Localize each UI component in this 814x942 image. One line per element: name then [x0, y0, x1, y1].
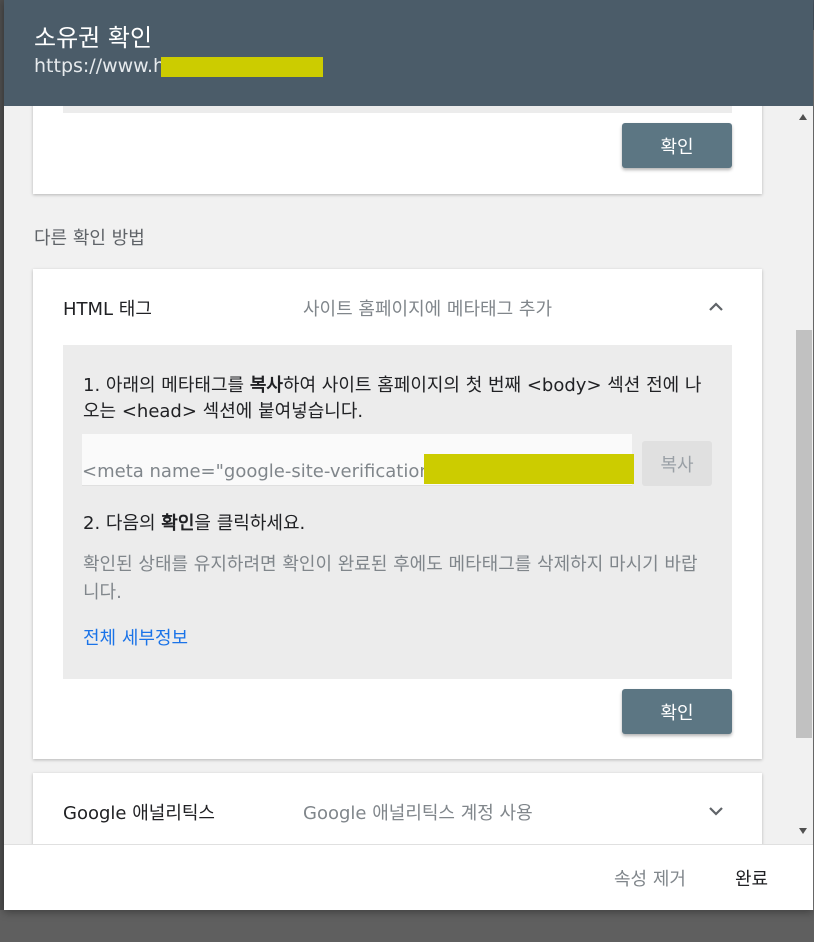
- redaction-bar: [424, 454, 634, 484]
- accordion-title[interactable]: Google 애널리틱스: [63, 799, 215, 825]
- accordion-title[interactable]: HTML 태그: [63, 295, 152, 321]
- card-strip: [63, 106, 732, 113]
- backdrop-bottom: [0, 910, 814, 942]
- property-url: https://www.h: [34, 55, 166, 77]
- step-1-prefix: 1. 아래의 메타태그를: [83, 375, 250, 396]
- scrollbar[interactable]: [794, 106, 813, 844]
- dialog-footer: 속성 제거 완료: [4, 844, 813, 910]
- keep-tag-note: 확인된 상태를 유지하려면 확인이 완료된 후에도 메타태그를 삭제하지 마시기…: [83, 554, 698, 603]
- accordion-description[interactable]: 사이트 홈페이지에 메타태그 추가: [303, 295, 552, 321]
- meta-tag-text[interactable]: <meta name="google-site-verification": [82, 461, 439, 482]
- chevron-down-icon[interactable]: [706, 801, 726, 821]
- dialog-content: 확인 다른 확인 방법 HTML 태그 사이트 홈페이지에 메타태그 추가 1.…: [4, 106, 794, 844]
- step-1-bold: 복사: [249, 375, 283, 396]
- done-button[interactable]: 완료: [735, 865, 768, 891]
- dialog-title: 소유권 확인: [34, 24, 153, 52]
- confirm-button[interactable]: 확인: [622, 689, 732, 734]
- remove-property-button[interactable]: 속성 제거: [614, 865, 686, 891]
- step-2-prefix: 2. 다음의: [83, 513, 162, 534]
- full-details-link[interactable]: 전체 세부정보: [83, 624, 188, 650]
- step-2-suffix: 을 클릭하세요.: [194, 513, 306, 534]
- copy-button[interactable]: 복사: [642, 441, 712, 486]
- accordion-description[interactable]: Google 애널리틱스 계정 사용: [303, 799, 533, 825]
- meta-tag-field[interactable]: <meta name="google-site-verification": [82, 434, 634, 486]
- redaction-bar: [161, 57, 323, 77]
- html-tag-instructions: 1. 아래의 메타태그를 복사하여 사이트 홈페이지의 첫 번째 <body> …: [63, 345, 732, 679]
- dialog-header: 소유권 확인 https://www.h: [4, 0, 813, 106]
- scroll-down-arrow-icon[interactable]: [799, 828, 807, 834]
- ownership-verification-dialog: 소유권 확인 https://www.h 확인 다른 확인 방법 HTML 태그…: [4, 0, 813, 910]
- google-analytics-card[interactable]: Google 애널리틱스 Google 애널리틱스 계정 사용: [33, 773, 762, 844]
- step-2-text: 2. 다음의 확인을 클릭하세요.: [83, 509, 305, 535]
- confirm-button[interactable]: 확인: [622, 123, 732, 168]
- step-1-text: 1. 아래의 메타태그를 복사하여 사이트 홈페이지의 첫 번째 <body> …: [83, 373, 708, 425]
- scroll-thumb[interactable]: [796, 330, 812, 738]
- chevron-up-icon[interactable]: [706, 297, 726, 317]
- step-2-bold: 확인: [161, 513, 195, 534]
- html-tag-card: HTML 태그 사이트 홈페이지에 메타태그 추가 1. 아래의 메타태그를 복…: [33, 269, 762, 759]
- scroll-up-arrow-icon[interactable]: [799, 114, 807, 120]
- recommended-method-card: 확인: [33, 106, 762, 194]
- other-methods-heading: 다른 확인 방법: [34, 228, 145, 249]
